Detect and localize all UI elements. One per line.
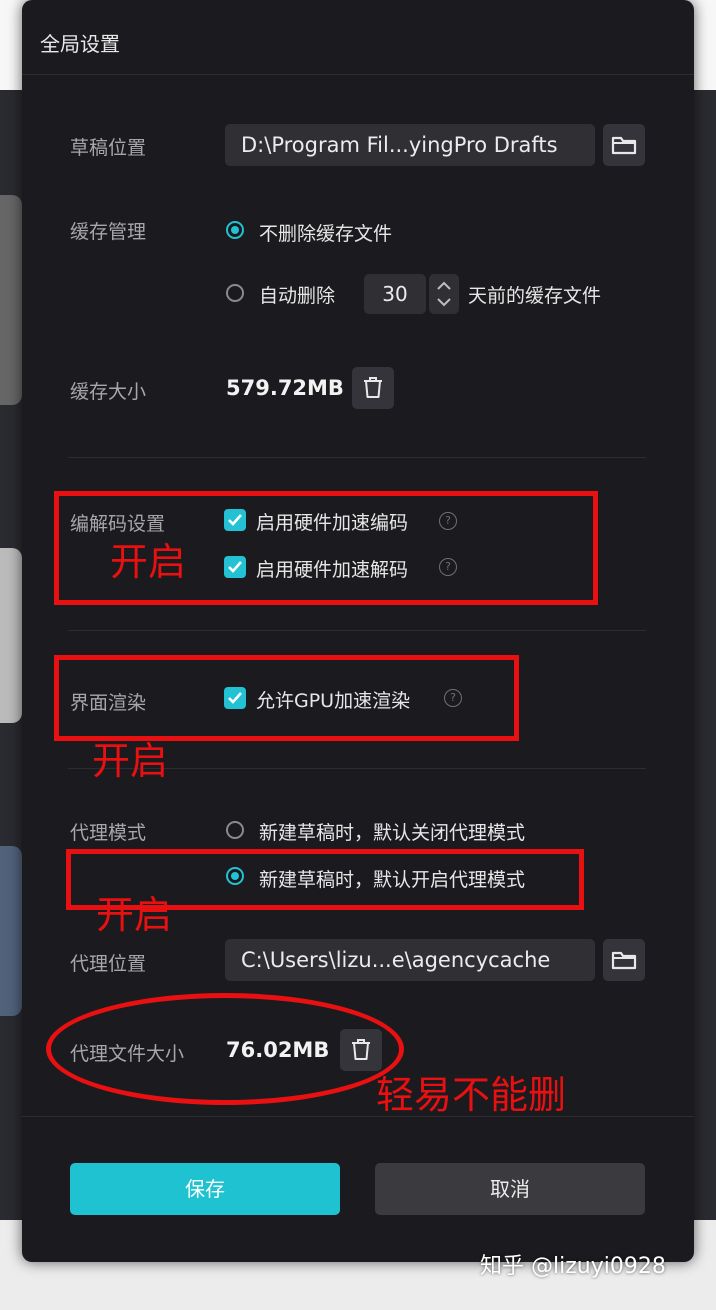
cache-keep-radio[interactable] xyxy=(226,221,244,239)
dialog-title: 全局设置 xyxy=(40,32,120,56)
cache-keep-label: 不删除缓存文件 xyxy=(259,223,393,245)
draft-location-label: 草稿位置 xyxy=(70,137,147,159)
folder-icon xyxy=(611,951,637,970)
proxy-mode-label: 代理模式 xyxy=(70,822,147,844)
cache-days-stepper[interactable] xyxy=(429,274,459,314)
folder-icon xyxy=(611,136,637,155)
chevron-up-icon xyxy=(437,281,451,307)
cache-auto-radio[interactable] xyxy=(226,284,244,302)
cache-auto-label: 自动删除 xyxy=(259,285,336,307)
cancel-button[interactable]: 取消 xyxy=(375,1163,645,1215)
annotation-text-proxy-size: 轻易不能删 xyxy=(376,1073,567,1117)
annotation-ellipse-proxy-size xyxy=(46,993,404,1105)
annotation-text-render: 开启 xyxy=(92,739,169,783)
draft-folder-button[interactable] xyxy=(603,124,645,166)
background-thumbnail xyxy=(0,548,22,723)
section-divider xyxy=(68,457,646,458)
proxy-folder-button[interactable] xyxy=(603,939,645,981)
proxy-location-field[interactable]: C:\Users\lizu...e\agencycache xyxy=(225,939,595,981)
background-thumbnail xyxy=(0,195,22,405)
trash-icon xyxy=(364,377,382,398)
section-divider xyxy=(68,630,646,631)
save-button[interactable]: 保存 xyxy=(70,1163,340,1215)
footer-divider xyxy=(22,1116,694,1117)
cache-days-input[interactable]: 30 xyxy=(364,274,426,314)
proxy-off-radio[interactable] xyxy=(226,821,244,839)
watermark: 知乎 @lizuyi0928 xyxy=(480,1254,666,1279)
annotation-text-codec: 开启 xyxy=(110,540,187,584)
draft-location-field[interactable]: D:\Program Fil...yingPro Drafts xyxy=(225,124,595,166)
clear-cache-button[interactable] xyxy=(352,367,394,409)
background-thumbnail xyxy=(0,846,22,1016)
annotation-box-render xyxy=(54,655,519,741)
cache-size-value: 579.72MB xyxy=(226,376,344,400)
proxy-off-label: 新建草稿时，默认关闭代理模式 xyxy=(259,822,526,844)
cache-management-label: 缓存管理 xyxy=(70,221,147,243)
cache-days-suffix: 天前的缓存文件 xyxy=(468,285,602,307)
proxy-location-label: 代理位置 xyxy=(70,953,147,975)
annotation-text-proxy: 开启 xyxy=(96,893,173,937)
title-divider xyxy=(22,74,694,75)
cache-size-label: 缓存大小 xyxy=(70,381,147,403)
